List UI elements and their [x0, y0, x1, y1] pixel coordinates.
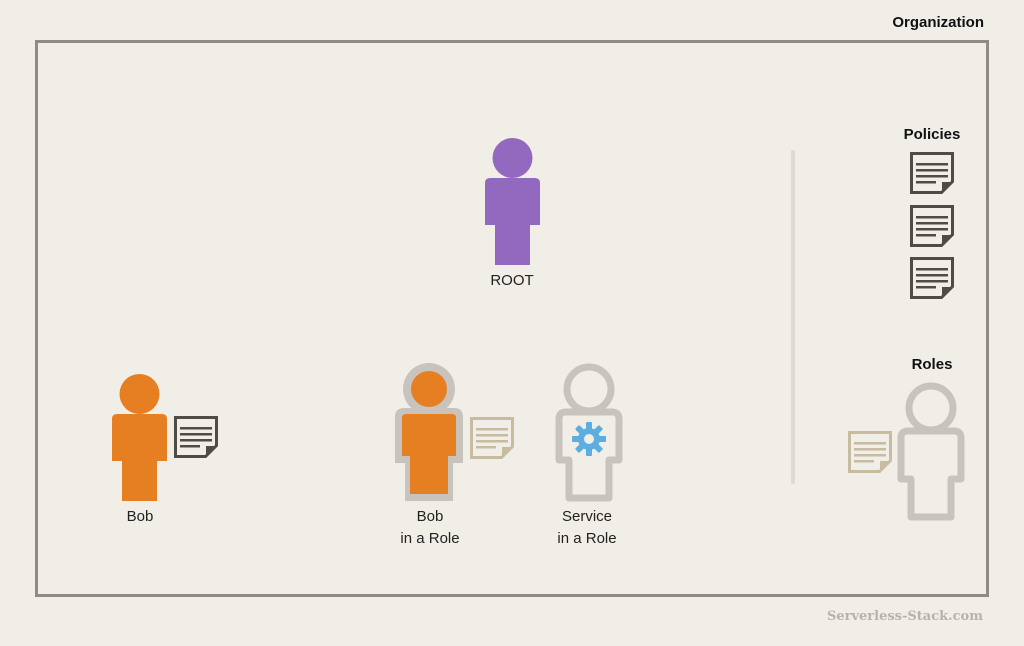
policy-document-icon [174, 416, 218, 458]
service-role-label-line2: in a Role [557, 530, 617, 547]
service-role-label-line1: Service [561, 508, 613, 525]
policy-legend-icon-2 [910, 205, 954, 247]
roles-title: Roles [911, 356, 953, 373]
policy-legend-icon-1 [910, 152, 954, 194]
bob-role-label: Bob in a Role [390, 506, 470, 550]
watermark: Serverless-Stack.com [826, 609, 983, 624]
section-divider [791, 150, 795, 484]
bob-person-icon [112, 374, 167, 501]
gear-icon [572, 422, 606, 456]
policies-title: Policies [903, 126, 961, 143]
bob-role-label-line2: in a Role [400, 530, 460, 547]
bob-role-person-icon [395, 363, 463, 501]
root-person-icon [485, 138, 540, 265]
policy-legend-icon-3 [910, 257, 954, 299]
bob-label: Bob [126, 508, 154, 525]
root-label: ROOT [490, 272, 534, 289]
role-legend-policy-icon [848, 431, 892, 473]
role-policy-document-icon [470, 417, 514, 459]
bob-role-label-line1: Bob [416, 508, 444, 525]
role-legend-person-icon [897, 382, 965, 521]
service-role-label: Service in a Role [547, 506, 627, 550]
organization-title: Organization [892, 14, 984, 31]
